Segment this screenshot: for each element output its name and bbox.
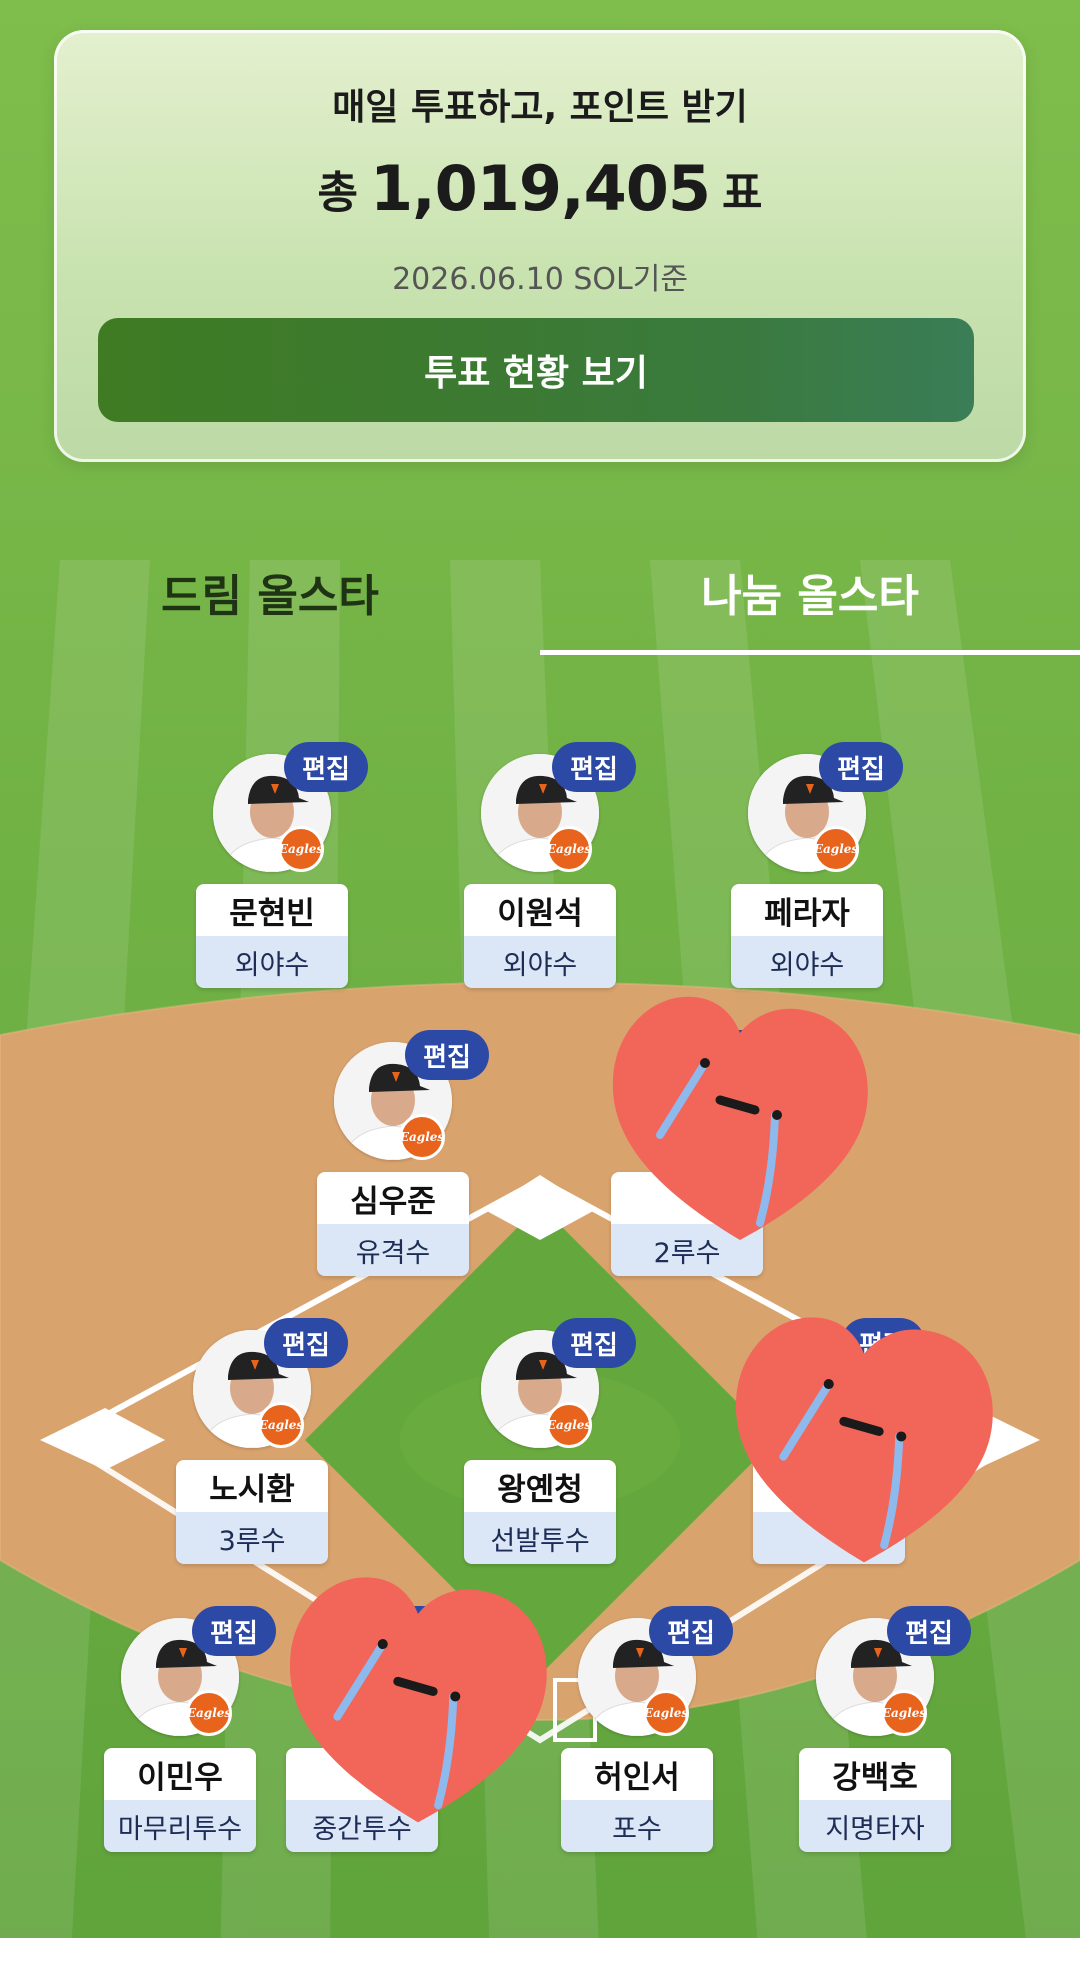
- edit-button[interactable]: 편집: [284, 742, 368, 792]
- eagles-logo-icon: Eagles: [546, 1402, 592, 1448]
- player-position: 외야수: [196, 936, 348, 988]
- player-position: 포수: [561, 1800, 713, 1852]
- player-card[interactable]: Eagles 편집강백호 지명타자: [795, 1606, 971, 1856]
- total-suffix: 표: [722, 167, 763, 219]
- player-name: 문현빈: [196, 884, 348, 936]
- player-label: 페라자 외야수: [731, 884, 883, 988]
- player-position: 마무리투수: [104, 1800, 256, 1852]
- player-label: 문현빈 외야수: [196, 884, 348, 988]
- active-tab-indicator: [540, 650, 1080, 655]
- total-votes: 총 1,019,405 표: [54, 152, 1026, 225]
- player-name: 왕옌청: [464, 1460, 616, 1512]
- player-card[interactable]: Eagles 편집문현빈 외야수: [192, 742, 368, 992]
- player-label: 왕옌청 선발투수: [464, 1460, 616, 1564]
- eagles-logo-icon: Eagles: [881, 1690, 927, 1736]
- player-position: 지명타자: [799, 1800, 951, 1852]
- eagles-logo-icon: Eagles: [258, 1402, 304, 1448]
- crying-heart-sticker: [735, 1317, 993, 1563]
- player-label: 강백호 지명타자: [799, 1748, 951, 1852]
- player-position: 선발투수: [464, 1512, 616, 1564]
- total-prefix: 총: [317, 167, 358, 219]
- player-label: 이원석 외야수: [464, 884, 616, 988]
- player-name: 강백호: [799, 1748, 951, 1800]
- player-name: 이원석: [464, 884, 616, 936]
- player-name: 페라자: [731, 884, 883, 936]
- player-name: 이민우: [104, 1748, 256, 1800]
- edit-button[interactable]: 편집: [405, 1030, 489, 1080]
- vote-summary-card: 매일 투표하고, 포인트 받기 총 1,019,405 표 2026.06.10 S…: [54, 30, 1026, 462]
- edit-button[interactable]: 편집: [887, 1606, 971, 1656]
- edit-button[interactable]: 편집: [192, 1606, 276, 1656]
- player-position: 3루수: [176, 1512, 328, 1564]
- summary-title: 매일 투표하고, 포인트 받기: [332, 87, 748, 128]
- player-card[interactable]: Eagles 편집이원석 외야수: [460, 742, 636, 992]
- edit-button[interactable]: 편집: [819, 742, 903, 792]
- player-card[interactable]: Eagles 편집허인서 포수: [557, 1606, 733, 1856]
- player-card[interactable]: Eagles 편집왕옌청 선발투수: [460, 1318, 636, 1568]
- player-card[interactable]: Eagles 편집이민우 마무리투수: [100, 1606, 276, 1856]
- tab-dream-allstar[interactable]: 드림 올스타: [0, 560, 540, 624]
- crying-heart-sticker: [289, 1577, 547, 1823]
- player-card[interactable]: Eagles 편집페라자 외야수: [727, 742, 903, 992]
- player-position: 외야수: [731, 936, 883, 988]
- player-label: 심우준 유격수: [317, 1172, 469, 1276]
- player-name: 심우준: [317, 1172, 469, 1224]
- player-position: 유격수: [317, 1224, 469, 1276]
- crying-heart-sticker: [612, 996, 868, 1240]
- player-card[interactable]: Eagles 편집노시환 3루수: [172, 1318, 348, 1568]
- eagles-logo-icon: Eagles: [278, 826, 324, 872]
- player-label: 허인서 포수: [561, 1748, 713, 1852]
- player-position: 외야수: [464, 936, 616, 988]
- eagles-logo-icon: Eagles: [813, 826, 859, 872]
- view-vote-status-button[interactable]: 투표 현황 보기: [98, 318, 974, 422]
- vote-date: 2026.06.10 SOL기준: [392, 262, 688, 297]
- tab-nanum-allstar[interactable]: 나눔 올스타: [540, 560, 1080, 624]
- eagles-logo-icon: Eagles: [546, 826, 592, 872]
- player-label: 이민우 마무리투수: [104, 1748, 256, 1852]
- eagles-logo-icon: Eagles: [399, 1114, 445, 1160]
- edit-button[interactable]: 편집: [264, 1318, 348, 1368]
- eagles-logo-icon: Eagles: [643, 1690, 689, 1736]
- player-name: 노시환: [176, 1460, 328, 1512]
- edit-button[interactable]: 편집: [552, 1318, 636, 1368]
- player-label: 노시환 3루수: [176, 1460, 328, 1564]
- player-name: 허인서: [561, 1748, 713, 1800]
- edit-button[interactable]: 편집: [649, 1606, 733, 1656]
- total-value: 1,019,405: [369, 152, 711, 225]
- edit-button[interactable]: 편집: [552, 742, 636, 792]
- player-card[interactable]: Eagles 편집심우준 유격수: [313, 1030, 489, 1280]
- eagles-logo-icon: Eagles: [186, 1690, 232, 1736]
